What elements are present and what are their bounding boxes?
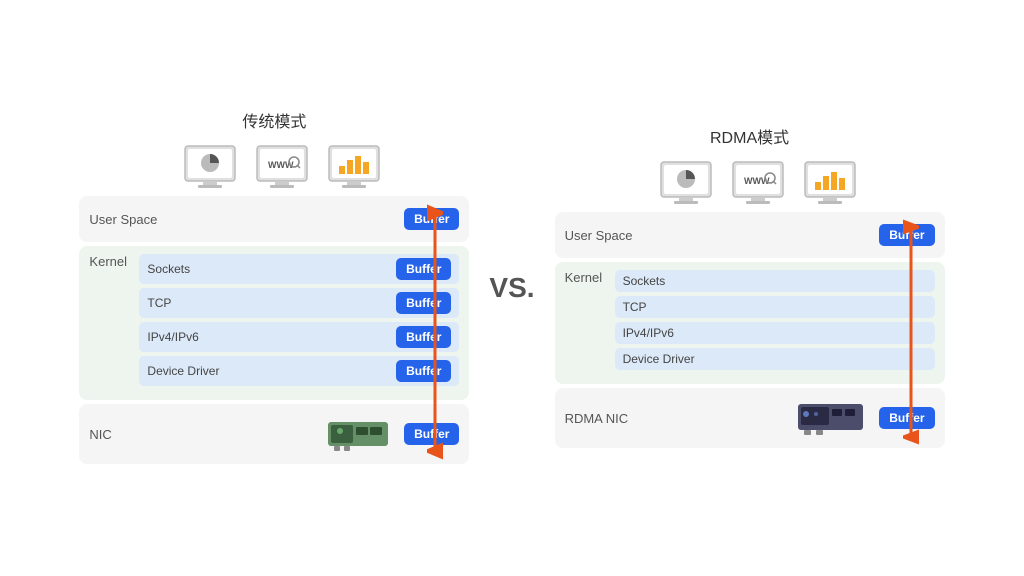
right-sockets-label: Sockets (623, 274, 666, 288)
right-user-space-section: User Space Buffer (555, 212, 945, 258)
left-driver-buffer[interactable]: Buffer (396, 360, 451, 382)
right-diagram: RDMA模式 WWW (555, 124, 945, 452)
browser-icon: WWW (253, 144, 315, 196)
left-nic-image (326, 414, 396, 454)
left-sockets-label: Sockets (147, 262, 190, 276)
left-ipv4-item: IPv4/IPv6 Buffer (139, 322, 459, 352)
left-tcp-item: TCP Buffer (139, 288, 459, 318)
right-browser-icon: WWW (729, 160, 791, 212)
right-tcp-label: TCP (623, 300, 647, 314)
right-driver-item: Device Driver (615, 348, 935, 370)
right-nic-section: RDMA NIC Buffer (555, 388, 945, 448)
right-driver-label: Device Driver (623, 352, 695, 366)
left-diagram: 传统模式 WWW (79, 108, 469, 468)
right-user-space-label: User Space (565, 228, 633, 243)
right-tcp-item: TCP (615, 296, 935, 318)
left-tcp-label: TCP (147, 296, 171, 310)
left-user-space-label: User Space (89, 212, 157, 227)
right-nic-buffer[interactable]: Buffer (879, 407, 934, 429)
left-ipv4-label: IPv4/IPv6 (147, 330, 198, 344)
left-computer-row: WWW (161, 144, 387, 196)
left-user-buffer-btn[interactable]: Buffer (404, 208, 459, 230)
left-user-space-section: User Space Buffer (79, 196, 469, 242)
right-nic-label: RDMA NIC (565, 411, 629, 426)
left-driver-item: Device Driver Buffer (139, 356, 459, 386)
right-sockets-item: Sockets (615, 270, 935, 292)
chart-icon (325, 144, 387, 196)
left-sockets-item: Sockets Buffer (139, 254, 459, 284)
right-ipv4-item: IPv4/IPv6 (615, 322, 935, 344)
right-kernel-header: Kernel Sockets TCP IPv4/IPv6 Device Driv… (565, 270, 935, 370)
left-sockets-buffer[interactable]: Buffer (396, 258, 451, 280)
left-nic-label: NIC (89, 427, 111, 442)
right-kernel-label: Kernel (565, 270, 615, 285)
right-computer-row: WWW (637, 160, 863, 212)
left-kernel-header: Kernel Sockets Buffer TCP Buffer IPv4/IP… (89, 254, 459, 386)
left-nic-right: Buffer (326, 414, 459, 454)
vs-label: VS. (489, 272, 534, 304)
right-diagram-wrapper: User Space Buffer Kernel Sockets TCP (555, 212, 945, 452)
left-kernel-label: Kernel (89, 254, 139, 269)
left-diagram-wrapper: User Space Buffer Kernel Sockets Buffer … (79, 196, 469, 468)
left-kernel-items: Sockets Buffer TCP Buffer IPv4/IPv6 Buff… (139, 254, 459, 386)
left-tcp-buffer[interactable]: Buffer (396, 292, 451, 314)
left-nic-section: NIC Buffer (79, 404, 469, 464)
right-monitor-icon (657, 160, 719, 212)
main-container: 传统模式 WWW (0, 0, 1024, 576)
right-title: RDMA模式 (710, 124, 789, 148)
left-kernel-section: Kernel Sockets Buffer TCP Buffer IPv4/IP… (79, 246, 469, 400)
left-ipv4-buffer[interactable]: Buffer (396, 326, 451, 348)
left-title: 传统模式 (242, 108, 306, 132)
right-ipv4-label: IPv4/IPv6 (623, 326, 674, 340)
right-user-buffer-btn[interactable]: Buffer (879, 224, 934, 246)
right-kernel-items: Sockets TCP IPv4/IPv6 Device Driver (615, 270, 935, 370)
right-kernel-section: Kernel Sockets TCP IPv4/IPv6 Device Driv… (555, 262, 945, 384)
right-nic-right: Buffer (796, 398, 934, 438)
left-nic-buffer[interactable]: Buffer (404, 423, 459, 445)
right-nic-image (796, 398, 871, 438)
monitor-icon (181, 144, 243, 196)
left-driver-label: Device Driver (147, 364, 219, 378)
right-chart-icon (801, 160, 863, 212)
